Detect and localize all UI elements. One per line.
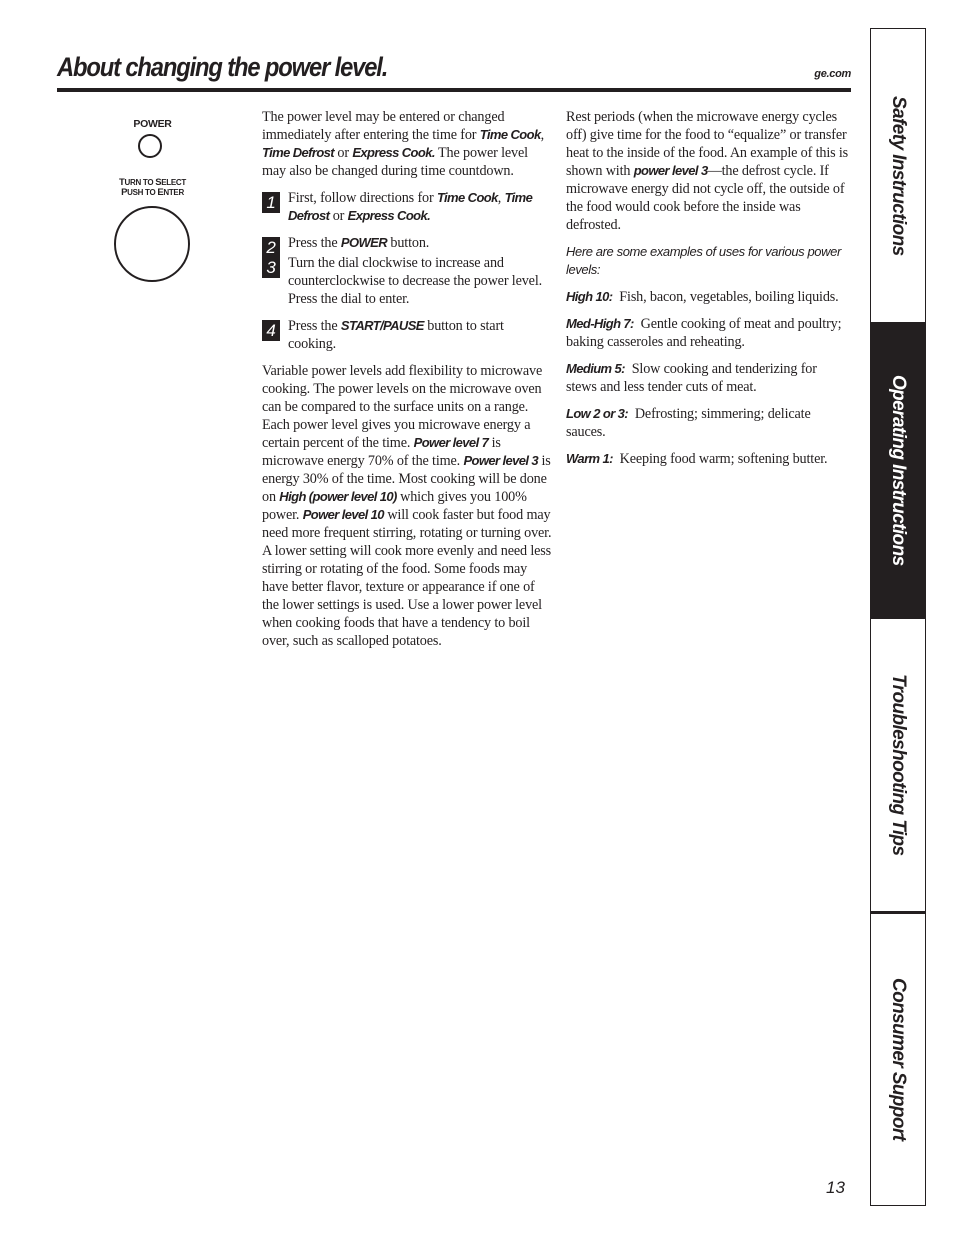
- power-level-example: Low 2 or 3: Defrosting; simmering; delic…: [566, 406, 811, 440]
- step-number-badge: 4: [262, 320, 280, 341]
- power-button-icon: [138, 134, 162, 158]
- tab-consumer-support[interactable]: Consumer Support: [871, 914, 925, 1204]
- step-1: 1 First, follow directions for Time Cook…: [262, 189, 552, 225]
- step-3: 3 Turn the dial clockwise to increase an…: [262, 254, 552, 308]
- power-levels-paragraph: Variable power levels add flexibility to…: [262, 363, 552, 649]
- section-tabs: Safety Instructions Operating Instructio…: [870, 28, 926, 1206]
- page-number: 13: [826, 1178, 845, 1197]
- step-number-badge: 1: [262, 192, 280, 213]
- dial-knob-icon: [114, 206, 190, 282]
- power-level-example: Med-High 7: Gentle cooking of meat and p…: [566, 316, 842, 350]
- power-level-example: High 10: Fish, bacon, vegetables, boilin…: [566, 289, 839, 305]
- column-left: The power level may be entered or change…: [262, 108, 552, 659]
- power-label: POWER: [133, 118, 172, 130]
- power-level-example: Warm 1: Keeping food warm; softening but…: [566, 451, 828, 467]
- tab-troubleshooting-tips[interactable]: Troubleshooting Tips: [871, 619, 925, 911]
- tab-operating-instructions[interactable]: Operating Instructions: [871, 322, 925, 619]
- control-panel-illustration: POWER TURN TO SELECT PUSH TO ENTER: [100, 112, 205, 292]
- column-right: Rest periods (when the microwave energy …: [566, 108, 850, 477]
- header-rule: [57, 88, 851, 92]
- rest-periods-paragraph: Rest periods (when the microwave energy …: [566, 109, 849, 233]
- power-level-example: Medium 5: Slow cooking and tenderizing f…: [566, 361, 817, 395]
- step-4: 4 Press the START/PAUSE button to start …: [262, 317, 552, 353]
- site-link[interactable]: ge.com: [814, 68, 851, 80]
- tab-safety-instructions[interactable]: Safety Instructions: [871, 29, 925, 322]
- dial-label-line-1: TURN TO SELECT: [119, 177, 186, 188]
- dial-label-line-2: PUSH TO ENTER: [121, 187, 184, 198]
- examples-intro: Here are some examples of uses for vario…: [566, 244, 841, 277]
- page-title: About changing the power level.: [57, 52, 388, 82]
- dial-label: TURN TO SELECT PUSH TO ENTER: [100, 178, 205, 198]
- step-number-badge: 3: [262, 257, 280, 278]
- step-2: 2 Press the POWER button.: [262, 234, 552, 258]
- intro-paragraph: The power level may be entered or change…: [262, 109, 544, 179]
